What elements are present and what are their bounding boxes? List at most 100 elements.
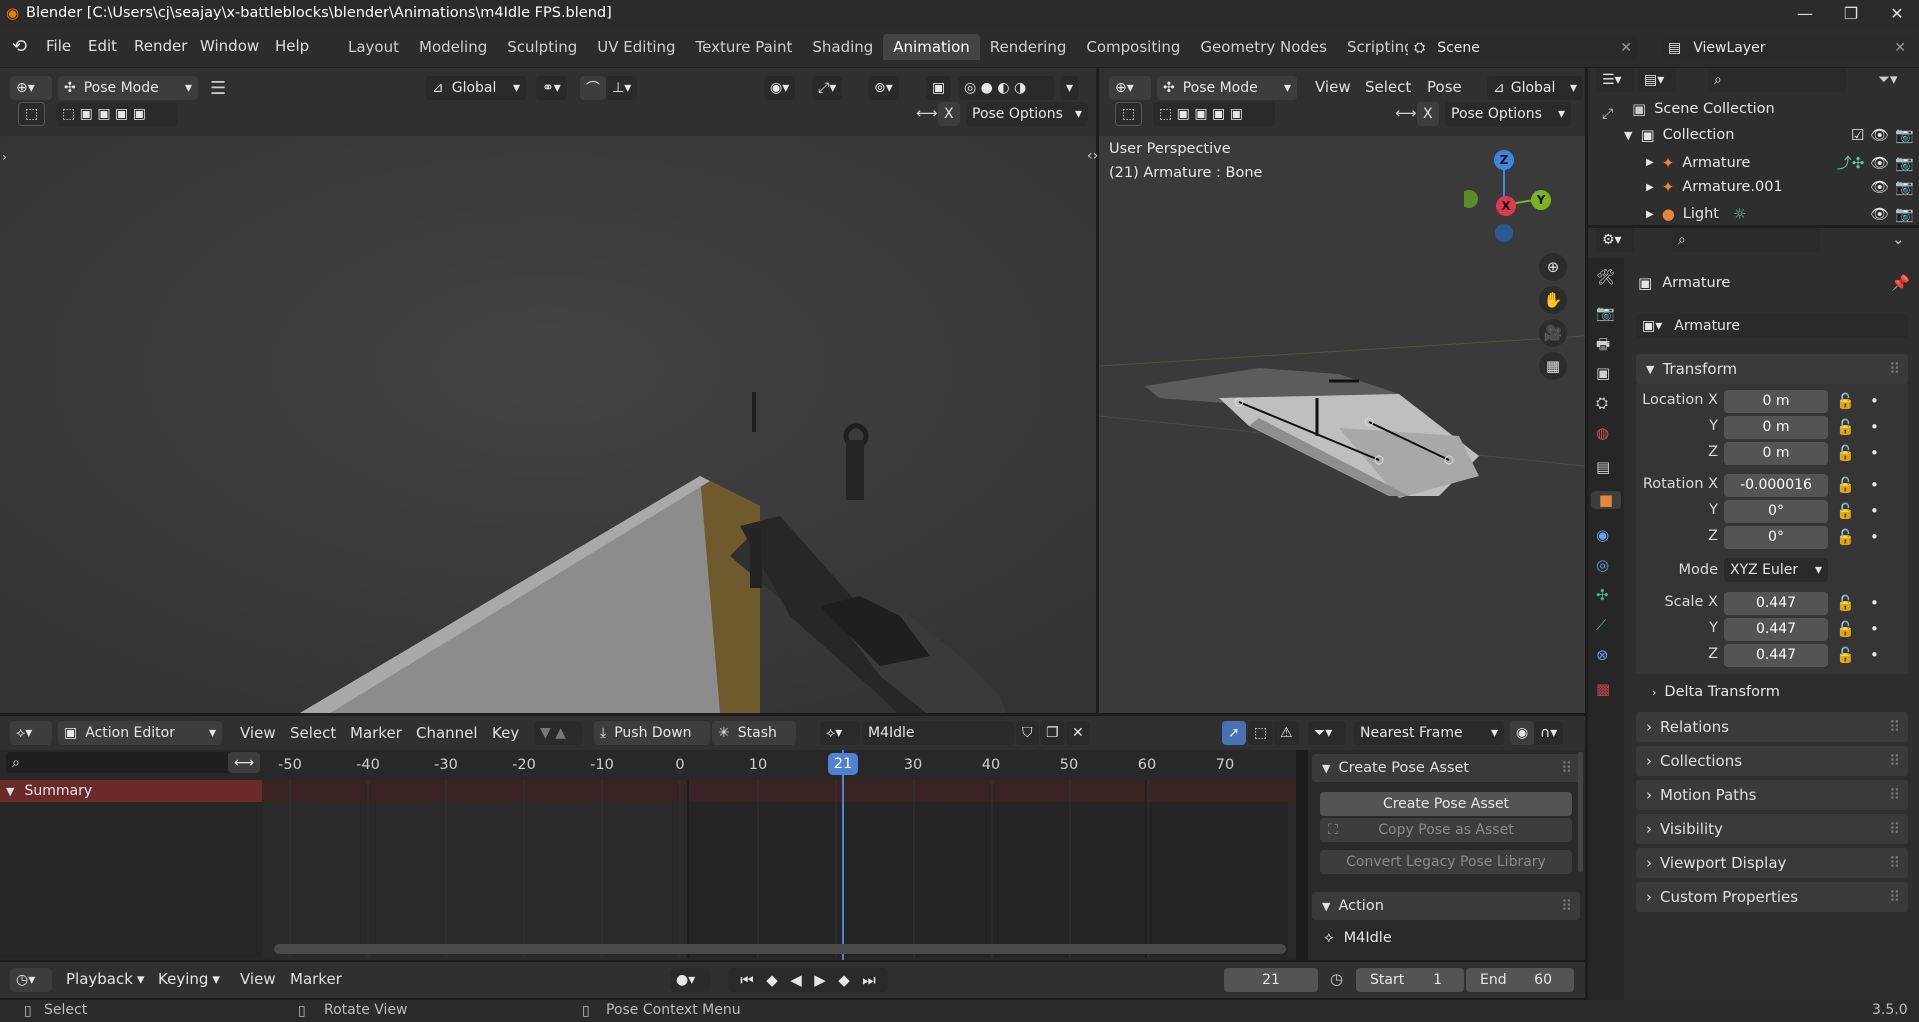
scale-x-field[interactable]: 0.447 xyxy=(1724,592,1828,615)
view-layer-selector[interactable]: ▤ ViewLayer ✕ xyxy=(1662,36,1912,60)
custom-properties-section[interactable]: › Custom Properties ⠿ xyxy=(1636,882,1908,912)
select-tool-icon[interactable]: ⬚ xyxy=(18,102,46,126)
axis-gizmo[interactable]: Z Y X xyxy=(1464,141,1584,251)
snap-mode-dropdown[interactable]: Nearest Frame ▾ xyxy=(1354,721,1504,745)
create-pose-asset-panel-header[interactable]: ▼ Create Pose Asset ⠿ xyxy=(1312,754,1580,782)
show-hidden-icon[interactable]: ⬚ xyxy=(1248,721,1274,745)
lock-icon[interactable]: 🔓 xyxy=(1836,646,1855,664)
chevron-split-icon[interactable]: ‹› xyxy=(1087,148,1098,164)
transform-section-header[interactable]: ▼ Transform ⠿ xyxy=(1636,354,1908,384)
drag-handle-icon[interactable]: ⠿ xyxy=(1889,718,1900,736)
x-mirror-button[interactable]: X xyxy=(938,102,960,126)
current-frame-indicator[interactable]: 21 xyxy=(828,753,858,775)
armature-data-tab-icon[interactable]: ✣ xyxy=(1596,586,1609,604)
view-layer-tab-icon[interactable]: ▣ xyxy=(1596,364,1610,382)
end-frame-field[interactable]: End 60 xyxy=(1466,968,1574,992)
lock-icon[interactable]: 🔓 xyxy=(1836,444,1855,462)
chevron-right-icon[interactable]: › xyxy=(2,150,7,164)
keyframe-dot-icon[interactable]: • xyxy=(1870,392,1879,410)
scale-z-field[interactable]: 0.447 xyxy=(1724,644,1828,667)
tab-animation[interactable]: Animation xyxy=(883,34,980,60)
action-name-row[interactable]: ⟡ M4Idle xyxy=(1324,930,1392,946)
convert-legacy-pose-library-button[interactable]: Convert Legacy Pose Library xyxy=(1320,850,1572,874)
object-tab-icon[interactable]: ■ xyxy=(1591,491,1621,509)
summary-channel[interactable]: ▼ Summary xyxy=(0,780,262,802)
current-frame-field[interactable]: 21 xyxy=(1224,968,1318,992)
bone-tab-icon[interactable]: ⟋ xyxy=(1596,616,1607,634)
record-icon[interactable]: ●▾ xyxy=(670,968,710,992)
keyframe-dot-icon[interactable]: • xyxy=(1870,620,1879,638)
mirror-icon[interactable]: ⟷ xyxy=(1395,104,1417,122)
menu-edit[interactable]: Edit xyxy=(88,37,117,55)
menu-key[interactable]: Key xyxy=(492,724,519,742)
tab-compositing[interactable]: Compositing xyxy=(1076,34,1190,60)
collection-tab-icon[interactable]: ▤ xyxy=(1596,458,1610,476)
tab-texture-paint[interactable]: Texture Paint xyxy=(686,34,803,60)
pose-options-right[interactable]: Pose Options ▾ xyxy=(1445,102,1571,126)
channel-search-input[interactable]: ⌕ xyxy=(6,752,256,773)
jump-end-icon[interactable]: ⏭ xyxy=(862,971,876,989)
editor-type-icon[interactable]: ◷▾ xyxy=(10,968,52,992)
tab-rendering[interactable]: Rendering xyxy=(980,34,1077,60)
visibility-icon[interactable]: ◉▾ xyxy=(764,76,796,100)
lock-icon[interactable]: 🔓 xyxy=(1836,418,1855,436)
eye-icon[interactable]: 👁 xyxy=(1870,205,1889,223)
keyframe-dot-icon[interactable]: • xyxy=(1870,476,1879,494)
chevron-down-icon[interactable]: ▼ xyxy=(6,785,14,798)
keying-menu[interactable]: Keying ▾ xyxy=(158,970,220,988)
eye-icon[interactable]: 👁 xyxy=(1870,178,1889,196)
editor-type-icon[interactable]: ⊕▾ xyxy=(1109,76,1151,100)
chevron-right-icon[interactable]: ▶ xyxy=(1646,182,1654,193)
lock-icon[interactable]: 🔓 xyxy=(1836,528,1855,546)
pan-hand-icon[interactable]: ✋ xyxy=(1539,286,1567,314)
snap-icon[interactable]: ⌒ xyxy=(580,76,606,100)
world-tab-icon[interactable]: ◍ xyxy=(1596,424,1609,442)
play-reverse-icon[interactable]: ◀ xyxy=(790,971,802,989)
camera-icon[interactable]: 📷 xyxy=(1895,154,1914,172)
modifier-tab-icon[interactable]: ◉ xyxy=(1596,526,1609,544)
scale-y-field[interactable]: 0.447 xyxy=(1724,618,1828,641)
stash-button[interactable]: ✳ Stash xyxy=(712,721,796,745)
mode-dropdown-left[interactable]: ✣ Pose Mode ▾ xyxy=(58,76,198,100)
eye-icon[interactable]: 👁 xyxy=(1870,154,1889,172)
lock-icon[interactable]: 🔓 xyxy=(1836,594,1855,612)
falloff-curve-icon[interactable]: ∩▾ xyxy=(1534,721,1564,745)
outliner-item-armature-001[interactable]: ▶ ✦ Armature.001 👁 📷 xyxy=(1646,178,1914,196)
jump-start-icon[interactable]: ⏮ xyxy=(740,971,754,989)
object-data-field[interactable]: ▣▾ Armature xyxy=(1636,314,1908,338)
viewport-left[interactable] xyxy=(0,136,1096,713)
menu-window[interactable]: Window xyxy=(200,37,259,55)
relations-section[interactable]: › Relations ⠿ xyxy=(1636,712,1908,742)
tab-sculpting[interactable]: Sculpting xyxy=(497,34,587,60)
only-selected-icon[interactable]: ➚ xyxy=(1222,721,1246,745)
blender-menu-icon[interactable]: ⟲ xyxy=(12,36,27,57)
close-icon[interactable]: ✕ xyxy=(1894,40,1906,56)
tab-layout[interactable]: Layout xyxy=(338,34,409,60)
delta-transform-header[interactable]: › Delta Transform xyxy=(1652,684,1780,700)
physics-tab-icon[interactable]: ◎ xyxy=(1596,556,1609,574)
menu-marker[interactable]: Marker xyxy=(350,724,402,742)
start-frame-field[interactable]: Start 1 xyxy=(1356,968,1464,992)
viewport-right[interactable]: User Perspective (21) Armature : Bone Z … xyxy=(1099,136,1585,713)
xray-icon[interactable]: ▣ xyxy=(926,76,952,100)
rotation-mode-dropdown[interactable]: XYZ Euler ▾ xyxy=(1724,558,1828,582)
stopwatch-icon[interactable]: ◷ xyxy=(1330,970,1343,988)
menu-file[interactable]: File xyxy=(46,37,71,55)
menu-marker[interactable]: Marker xyxy=(290,970,342,988)
keyframe-dot-icon[interactable]: • xyxy=(1870,528,1879,546)
menu-view[interactable]: View xyxy=(240,724,276,742)
action-editor-mode-dropdown[interactable]: ▣ Action Editor ▾ xyxy=(58,721,222,745)
zoom-icon[interactable]: ⊕ xyxy=(1539,253,1567,281)
rotation-x-field[interactable]: -0.000016 xyxy=(1724,474,1828,497)
tab-geometry-nodes[interactable]: Geometry Nodes xyxy=(1190,34,1337,60)
drag-handle-icon[interactable]: ⠿ xyxy=(1561,897,1572,915)
keyframe-dot-icon[interactable]: • xyxy=(1870,594,1879,612)
collection-row[interactable]: ▼ ▣ Collection ☑ 👁 📷 xyxy=(1624,126,1914,144)
layer-arrows-icon[interactable]: ▼ ▲ xyxy=(534,721,582,745)
viewport-display-section[interactable]: › Viewport Display ⠿ xyxy=(1636,848,1908,878)
motion-paths-section[interactable]: › Motion Paths ⠿ xyxy=(1636,780,1908,810)
lock-icon[interactable]: 🔓 xyxy=(1836,476,1855,494)
action-name-field[interactable]: M4Idle xyxy=(862,721,1014,745)
axis-x-label[interactable]: X xyxy=(1496,196,1516,216)
pin-icon[interactable]: 📌 xyxy=(1891,274,1910,292)
